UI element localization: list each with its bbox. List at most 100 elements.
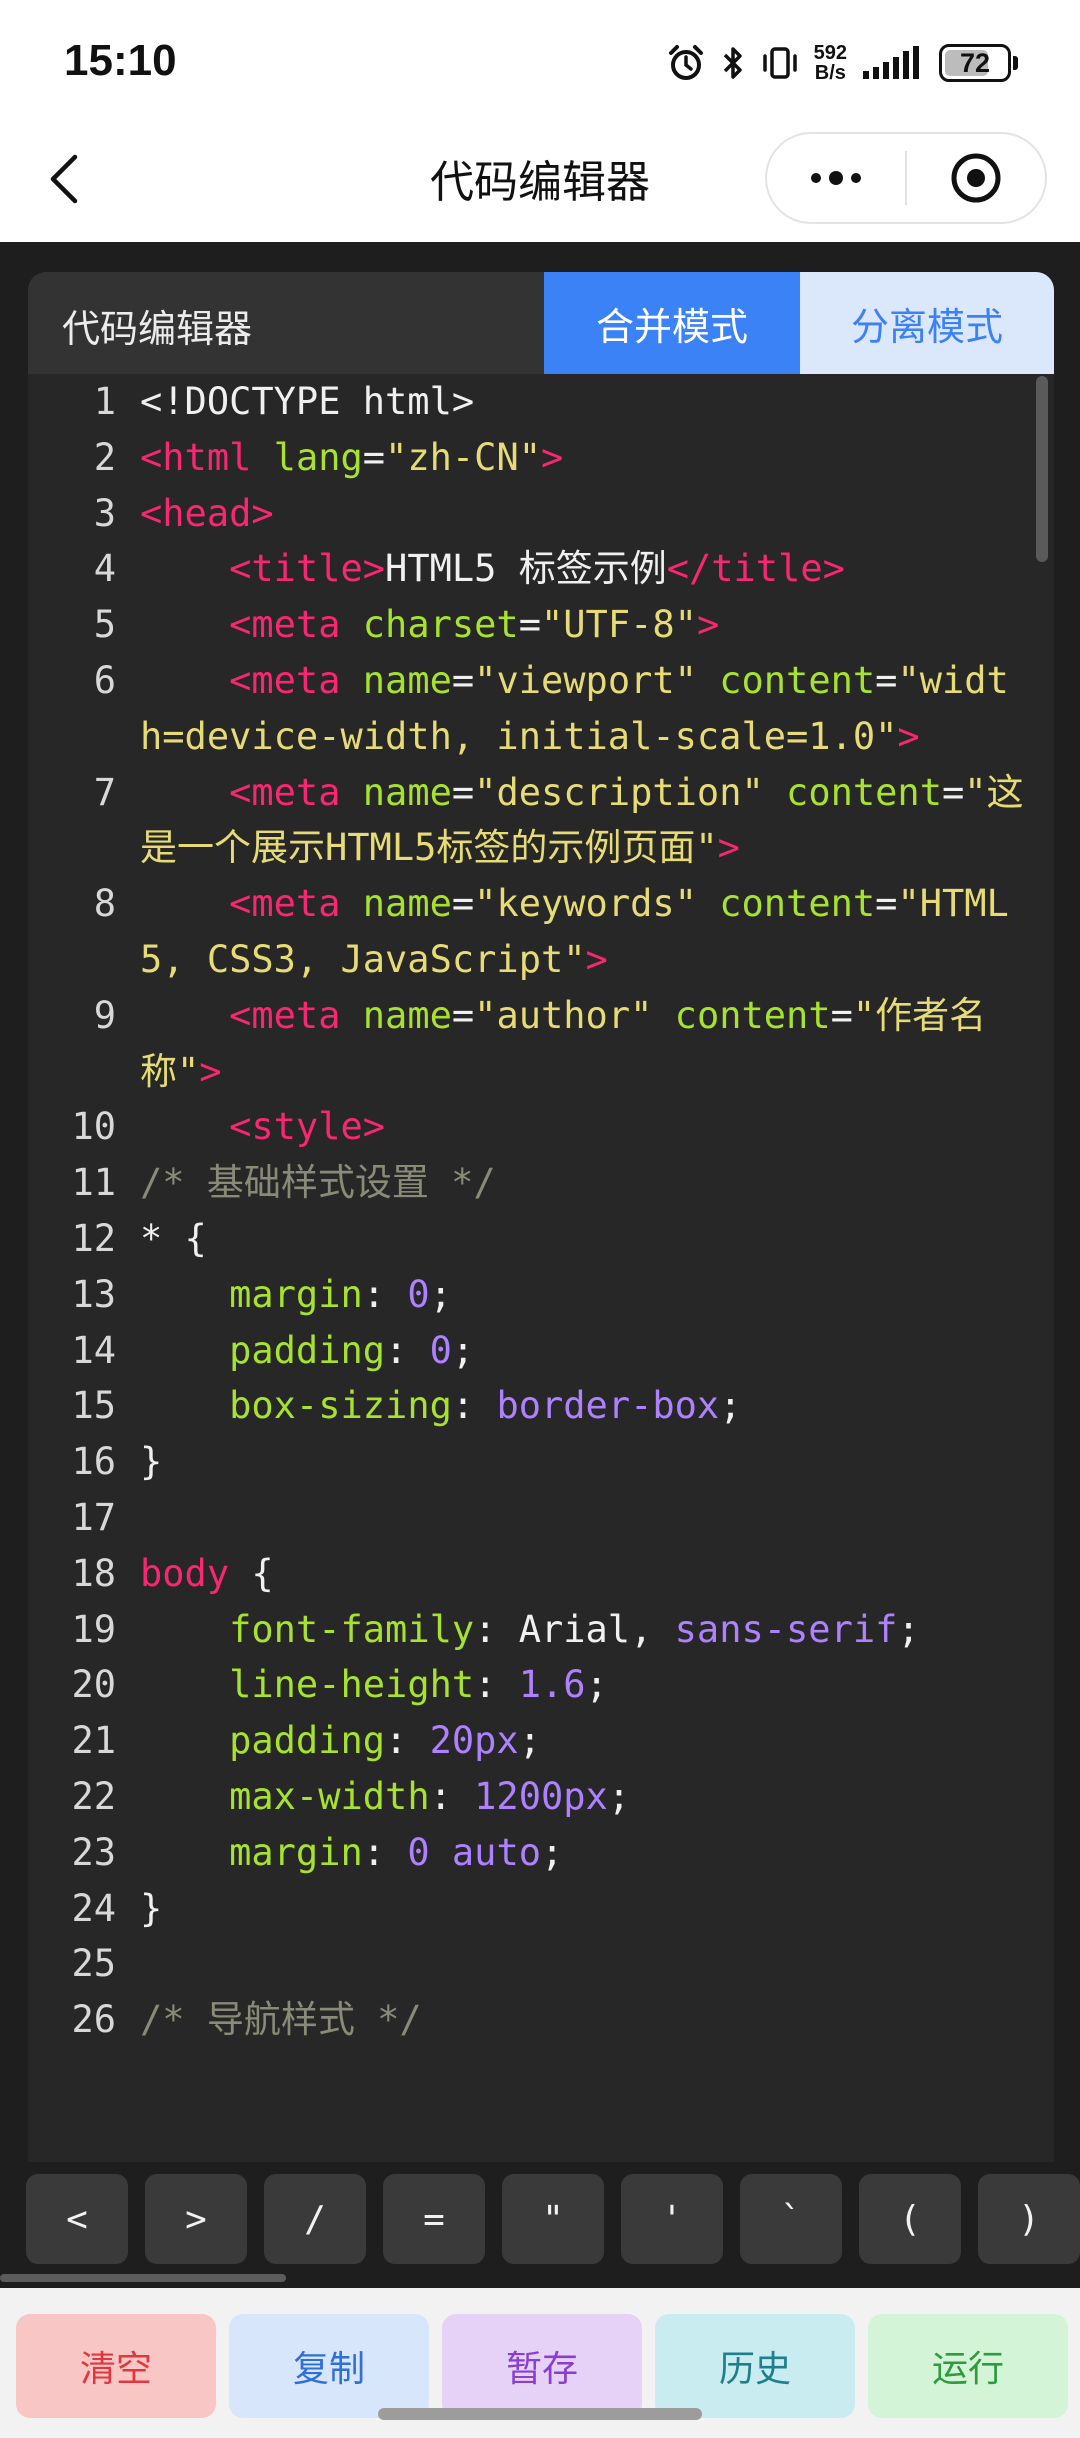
code-token: :: [451, 1384, 497, 1428]
symbol-key[interactable]: `: [740, 2174, 842, 2264]
line-code: <meta name="author" content="作者名称">: [116, 988, 1054, 1100]
line-code: font-family: Arial, sans-serif;: [116, 1602, 1054, 1658]
home-indicator[interactable]: [378, 2408, 702, 2420]
line-number: 11: [71, 1161, 116, 1205]
code-line: 21 padding: 20px;: [28, 1713, 1054, 1769]
history-button[interactable]: 历史: [655, 2314, 855, 2418]
code-line: 9 <meta name="author" content="作者名称">: [28, 988, 1054, 1100]
code-token: <!DOCTYPE html>: [140, 380, 475, 423]
line-code: <style>: [116, 1099, 1054, 1155]
code-token: =: [451, 993, 475, 1037]
code-editor-panel: 代码编辑器 合并模式 分离模式 1 <!DOCTYPE html> 2 <html l…: [28, 272, 1054, 2162]
line-code: padding: 0;: [116, 1323, 1054, 1379]
code-token: ;: [585, 1663, 608, 1707]
symbol-key[interactable]: ): [978, 2174, 1080, 2264]
symbol-key[interactable]: ": [502, 2174, 604, 2264]
line-code: <html lang="zh-CN">: [116, 430, 1054, 486]
battery-tip: [1013, 56, 1018, 70]
copy-button[interactable]: 复制: [229, 2314, 429, 2418]
code-token: <meta: [229, 603, 341, 647]
symbol-row: < > / = " ' `(): [26, 2174, 1080, 2264]
code-token: <html: [140, 435, 252, 479]
line-code: padding: 20px;: [116, 1713, 1054, 1769]
code-token: =: [451, 770, 475, 814]
code-line: 17​: [28, 1490, 1054, 1546]
code-token: content: [719, 658, 876, 702]
line-code: <meta name="viewport" content="width=dev…: [116, 653, 1054, 765]
code-token: <meta: [229, 658, 341, 702]
code-token: >: [717, 826, 740, 870]
code-token: : Arial,: [474, 1607, 675, 1651]
line-number: 16: [71, 1440, 116, 1484]
status-bar: 15:10 592 B/s 72: [0, 0, 1080, 118]
code-token: name: [362, 882, 452, 926]
symbol-key[interactable]: /: [264, 2174, 366, 2264]
code-token: body: [140, 1551, 230, 1595]
merge-mode-button[interactable]: 合并模式: [544, 272, 800, 374]
line-code: }: [116, 1881, 1054, 1937]
code-token: content: [674, 993, 831, 1037]
split-mode-button[interactable]: 分离模式: [800, 272, 1054, 374]
save-draft-button[interactable]: 暂存: [442, 2314, 642, 2418]
code-token: padding: [229, 1719, 386, 1763]
code-token: :: [362, 1272, 408, 1316]
code-token: name: [362, 993, 452, 1037]
code-line: 22 max-width: 1200px;: [28, 1769, 1054, 1825]
symbol-key[interactable]: =: [383, 2174, 485, 2264]
line-number: 8: [93, 882, 116, 926]
mini-program-capsule: [765, 132, 1047, 224]
code-textarea[interactable]: 1 <!DOCTYPE html> 2 <html lang="zh-CN"> 3 <he…: [28, 374, 1054, 2162]
run-button[interactable]: 运行: [868, 2314, 1068, 2418]
code-token: 20px: [429, 1719, 519, 1763]
code-token: <meta: [229, 882, 341, 926]
code-line: 25​: [28, 1936, 1054, 1992]
line-code: ​: [116, 1936, 1054, 1992]
editor-scrollbar[interactable]: [1036, 376, 1048, 562]
clear-button[interactable]: 清空: [16, 2314, 216, 2418]
code-token: ;: [541, 1830, 564, 1874]
symbol-key[interactable]: ': [621, 2174, 723, 2264]
line-code: <!DOCTYPE html>: [116, 374, 1054, 430]
code-token: :: [362, 1830, 408, 1874]
code-token: margin: [229, 1272, 363, 1316]
code-token: "keywords": [474, 882, 697, 926]
code-token: {: [229, 1551, 274, 1595]
symbol-scrollbar[interactable]: [0, 2274, 286, 2282]
line-number: 17: [71, 1495, 116, 1539]
code-token: ;: [897, 1607, 920, 1651]
code-token: }: [140, 1440, 163, 1484]
line-number: 15: [71, 1384, 116, 1428]
line-number: 26: [71, 1998, 116, 2042]
code-token: =: [362, 435, 386, 479]
code-token: <meta: [229, 770, 341, 814]
close-button[interactable]: [907, 134, 1045, 222]
symbol-key[interactable]: <: [26, 2174, 128, 2264]
code-token: "viewport": [474, 658, 697, 702]
code-token: <head>: [140, 491, 274, 535]
code-token: * {: [140, 1216, 207, 1260]
more-dots-icon: [811, 171, 861, 185]
line-code: /* 基础样式设置 */: [116, 1155, 1054, 1211]
battery-icon: 72: [939, 44, 1011, 82]
vibrate-icon: [760, 43, 800, 83]
line-code: * {: [116, 1211, 1054, 1267]
code-line: 20 line-height: 1.6;: [28, 1657, 1054, 1713]
more-button[interactable]: [767, 134, 905, 222]
symbol-toolbar: < > / = " ' `(): [0, 2162, 1080, 2288]
code-line: 26 /* 导航样式 */: [28, 1992, 1054, 2048]
symbol-key[interactable]: >: [145, 2174, 247, 2264]
code-line: 4 <title>HTML5 标签示例</title>: [28, 541, 1054, 597]
code-token: </title>: [666, 547, 845, 591]
code-line: 7 <meta name="description" content="这是一个…: [28, 765, 1054, 877]
symbol-key[interactable]: (: [859, 2174, 961, 2264]
line-number: 18: [71, 1551, 116, 1595]
code-line: 8 <meta name="keywords" content="HTML5, …: [28, 876, 1054, 988]
